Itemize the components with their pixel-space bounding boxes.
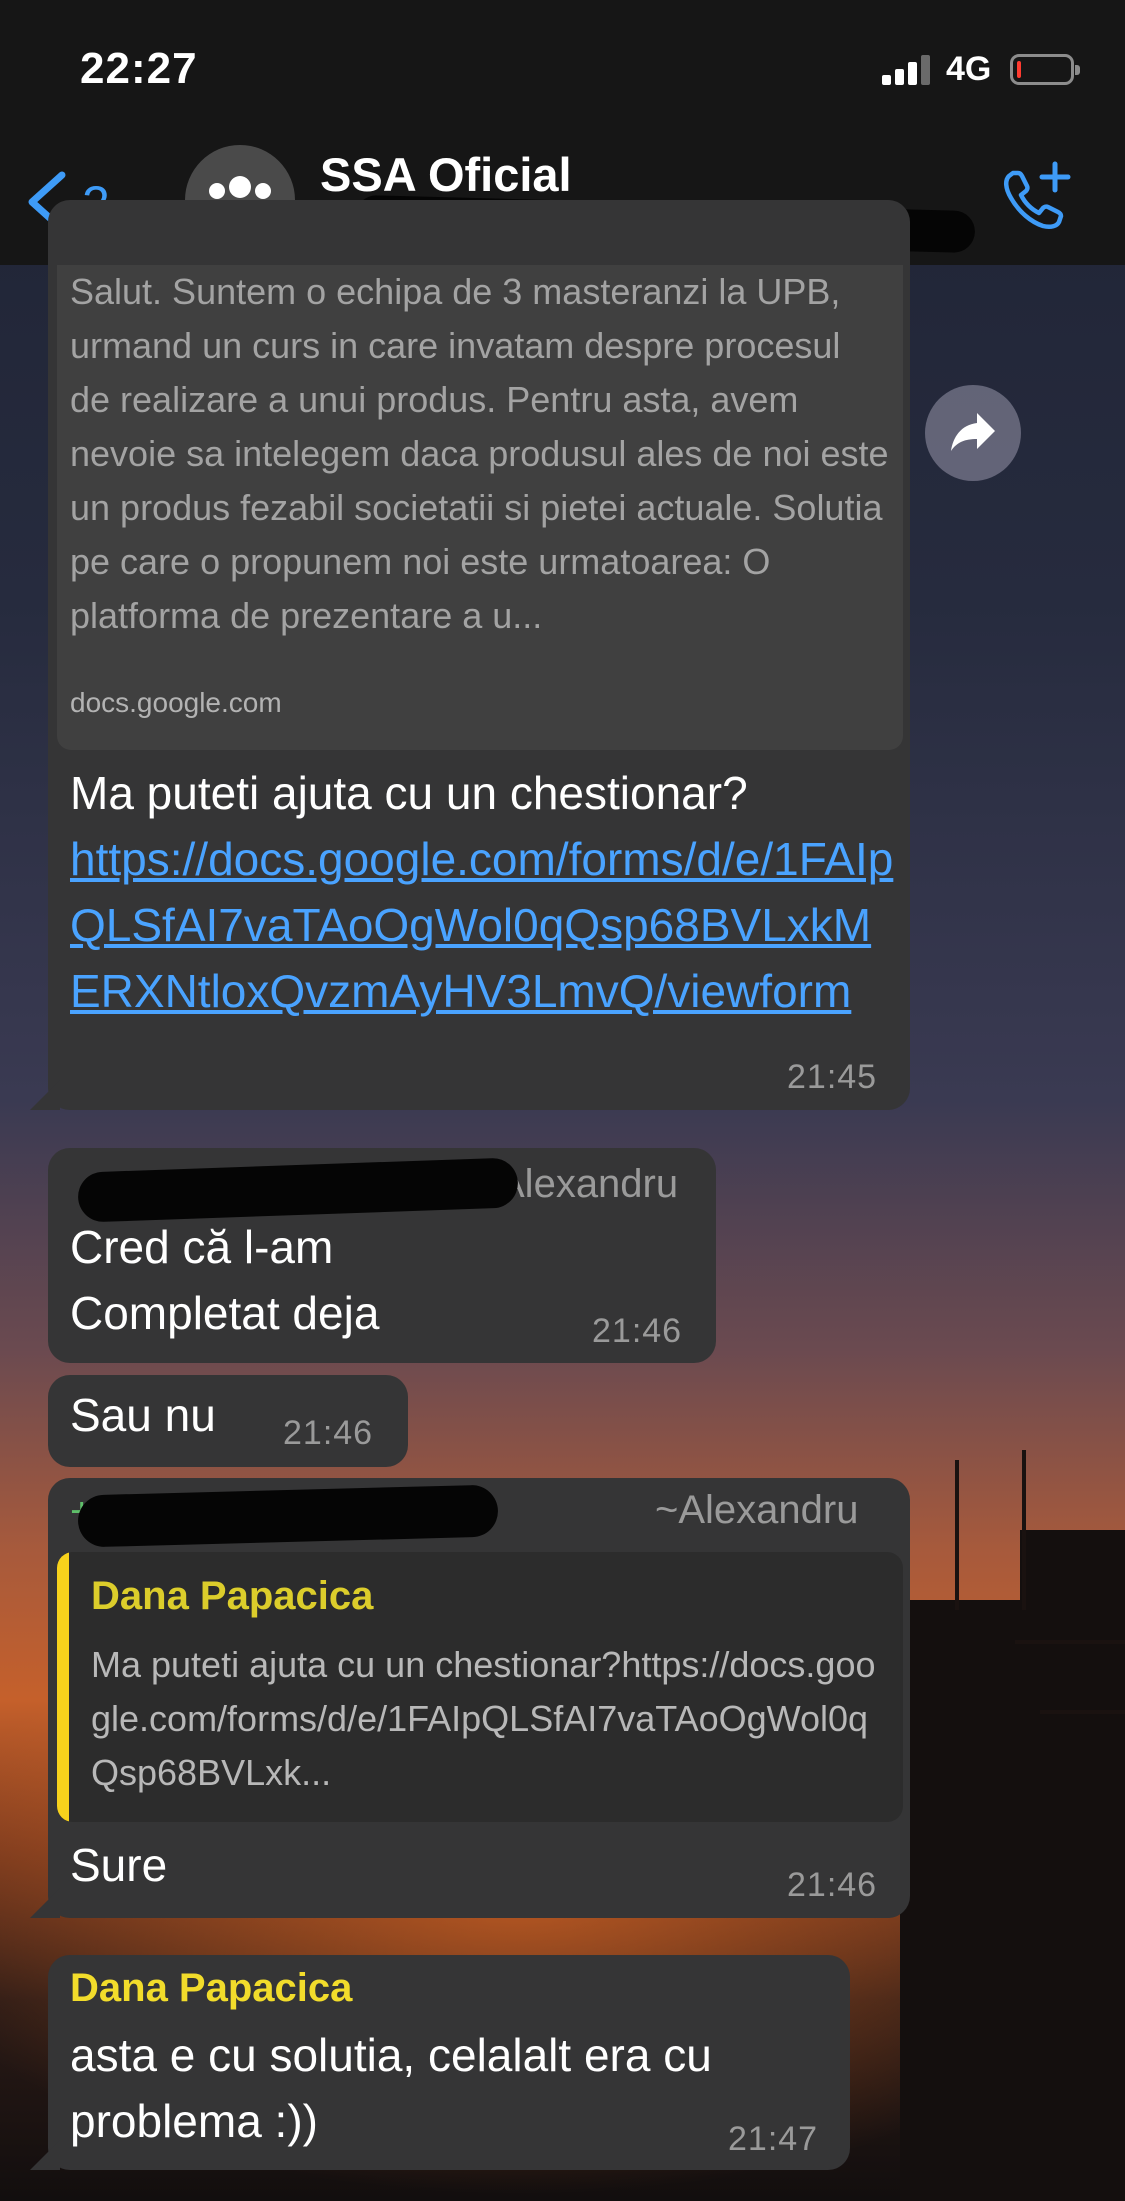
message-text: Cred că l-am xyxy=(70,1221,334,1273)
message-text: Sure xyxy=(70,1839,168,1891)
battery-icon xyxy=(1010,54,1080,85)
message-time: 21:46 xyxy=(787,1866,878,1904)
link-preview-domain: docs.google.com xyxy=(70,687,282,718)
redaction-mark xyxy=(77,1484,499,1548)
quote-text: Ma puteti ajuta cu un chestionar?https:/… xyxy=(91,1644,876,1793)
status-bar: 22:27 4G xyxy=(0,0,1125,135)
wallpaper-railing xyxy=(1015,1640,1125,1644)
message-text: Completat deja xyxy=(70,1287,380,1339)
forward-arrow-icon xyxy=(951,413,995,451)
message-sender[interactable]: ~Alexandru xyxy=(655,1488,858,1533)
wallpaper-building-roof xyxy=(1020,1530,1125,1610)
message-sender[interactable]: Alexandru xyxy=(498,1162,678,1207)
message-time: 21:46 xyxy=(283,1414,374,1452)
chat-title[interactable]: SSA Oficial xyxy=(320,147,572,202)
link-preview[interactable]: Salut. Suntem o echipa de 3 masteranzi l… xyxy=(57,265,903,750)
quote-author: Dana Papacica xyxy=(91,1574,374,1618)
quoted-message[interactable]: Dana Papacica Ma puteti ajuta cu un ches… xyxy=(57,1552,903,1822)
network-type: 4G xyxy=(946,50,992,88)
message-text: asta e cu solutia, celalalt era cu xyxy=(70,2029,712,2081)
wallpaper-building-silhouette xyxy=(900,1600,1125,2201)
wallpaper-railing xyxy=(1040,1710,1125,1714)
message-text: problema :)) xyxy=(70,2095,318,2147)
message-link[interactable]: https://docs.google.com/forms/d/e/1FAIpQ… xyxy=(70,826,900,1024)
message-time: 21:45 xyxy=(787,1058,878,1096)
signal-strength-icon xyxy=(882,55,930,85)
message-time: 21:47 xyxy=(728,2120,819,2158)
message-author[interactable]: Dana Papacica xyxy=(70,1966,352,2011)
quote-accent-bar xyxy=(57,1552,69,1822)
message-time: 21:46 xyxy=(592,1312,683,1350)
message-text: Ma puteti ajuta cu un chestionar? xyxy=(70,767,748,819)
phone-plus-icon[interactable] xyxy=(995,160,1075,240)
wallpaper-antenna xyxy=(1022,1450,1026,1610)
battery-level xyxy=(1017,61,1021,78)
forward-button[interactable] xyxy=(925,385,1021,481)
status-time: 22:27 xyxy=(80,44,198,93)
message-text: Sau nu xyxy=(70,1389,216,1441)
wallpaper-antenna xyxy=(955,1460,959,1610)
link-preview-description: Salut. Suntem o echipa de 3 masteranzi l… xyxy=(70,271,889,636)
